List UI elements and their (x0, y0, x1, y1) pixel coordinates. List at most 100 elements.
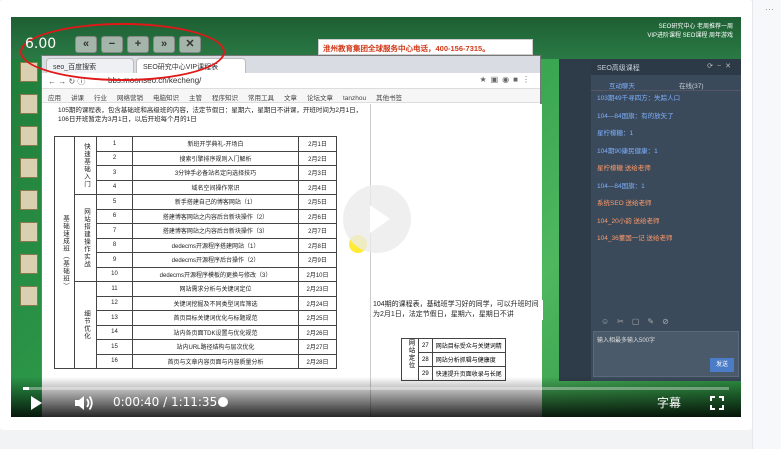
bookmark-item[interactable]: 论坛文章 (307, 95, 333, 102)
document-page: 105期的课程表，包含基础班和高级班的内容，法定节假日：星期六，星期日不讲课，开… (42, 104, 543, 417)
chat-message: 104期90康民健康：1 (597, 147, 658, 155)
chat-rail (559, 59, 591, 381)
chat-tool-icons: ☺✂▢✎⊘ (601, 317, 677, 326)
bookmark-item[interactable]: 电脑知识 (153, 95, 179, 102)
row-number: 1 (96, 136, 133, 152)
fullscreen-icon[interactable] (710, 396, 724, 410)
row-date: 2月5日 (298, 194, 337, 210)
bookmark-item[interactable]: 常用工具 (248, 95, 274, 102)
table-row: 15 站内URL路径结构与层次优化 2月27日 (55, 339, 337, 355)
topright-line: SEO研究中心 老周推荐一周 (658, 24, 733, 30)
table-row: 基础速成班（基础班） 快速基础入门 1 新班开学典礼-开场白 2月1日 (54, 136, 337, 369)
row-date: 2月27日 (298, 339, 337, 355)
desktop-icon (20, 222, 38, 242)
row-date: 2月6日 (298, 208, 337, 224)
chat-title: SEO高级课程 (597, 65, 640, 72)
row-topic: 网站分析抓辑与健康度 (431, 352, 506, 367)
table-row: 8 dedecms开源程序搭建网站（1） 2月8日 (55, 237, 337, 253)
row-number: 28 (418, 352, 433, 367)
send-button: 发送 (710, 358, 734, 372)
chat-message: 103期49千寻四方：失踪人口 (597, 95, 681, 102)
video-player[interactable]: SEO研究中心 老周推荐一周 VIP进阶课程 SEO课程 周年游戏 淮州教育集团… (11, 17, 741, 417)
row-number: 2 (96, 150, 133, 166)
desktop-icons (15, 62, 43, 318)
desktop-icon (20, 254, 38, 274)
row-number: 12 (96, 295, 133, 311)
row-number: 10 (96, 266, 133, 282)
play-icon[interactable] (31, 396, 42, 410)
big-play-button[interactable] (343, 185, 411, 253)
subtitle-button[interactable]: 字幕 (657, 394, 681, 411)
volume-knob[interactable] (218, 397, 228, 407)
bookmark-item[interactable]: 程序知识 (212, 95, 238, 102)
category-cell: 细节优化 (74, 281, 97, 369)
bookmark-item[interactable]: 文章 (284, 95, 297, 102)
right-strip: ⋯ (752, 0, 781, 449)
window-controls-icon: ⟳−✕ (707, 63, 735, 70)
chat-message: 系统SEO 送给老师 (597, 200, 652, 207)
row-topic: 搭建博客网站之内容后台新块操作（3） (132, 223, 299, 239)
table-row: 3 3分钟手必备站名定向选择技巧 2月3日 (55, 165, 337, 181)
current-time: 0:00:40 (113, 395, 160, 409)
browser-ext-icons: ★▣◉■⋮ (479, 75, 534, 84)
row-date: 2月23日 (298, 281, 337, 297)
phone-banner: 淮州教育集团全球服务中心电话，400-156-7315。 (318, 39, 533, 55)
progress-bar[interactable] (23, 387, 729, 390)
speed-control: 6.00 « − + » ✕ (25, 33, 205, 55)
group-cell: 基础速成班（基础班） (54, 136, 75, 369)
speed-increase-button[interactable]: + (127, 35, 149, 53)
row-date: 2月28日 (298, 353, 337, 369)
table-row: 9 dedecms开源程序后台操作（2） 2月9日 (55, 252, 337, 268)
more-icon[interactable]: ⋯ (765, 4, 774, 15)
speed-close-button[interactable]: ✕ (179, 35, 201, 53)
row-number: 15 (96, 339, 133, 355)
bookmark-item[interactable]: 其他书签 (376, 95, 402, 102)
table-row: 16 首页与文章内容页面与内容质量分析 2月28日 (55, 353, 337, 369)
row-topic: 网站需求分析与关键词定位 (132, 281, 299, 297)
volume-icon[interactable] (73, 394, 95, 412)
row-topic: 首页目标关键词优化与标题规范 (132, 310, 299, 326)
bookmark-item[interactable]: 讲课 (71, 95, 84, 102)
duration: 1:11:35 (170, 395, 218, 409)
browser-window: seo_百度搜索 SEO研究中心VIP课程表 ← → ↻ ⓘ bbs.moons… (41, 55, 543, 417)
row-number: 8 (96, 237, 133, 253)
category-cell: 网站定位 (401, 338, 419, 381)
tab-chat: 互动聊天 (609, 83, 635, 90)
row-date: 2月25日 (298, 310, 337, 326)
row-number: 11 (96, 281, 133, 297)
row-topic: 新手搭建自己的博客网站（1） (132, 194, 299, 210)
doc-right-panel: 104期的课程表，基础班学习好的同学，可以升班时间为2月1日，法定节假日，星期六… (370, 104, 543, 417)
bookmark-item[interactable]: tanzhou (343, 95, 366, 102)
speed-slowest-button[interactable]: « (75, 35, 97, 53)
table-row: 细节优化 11 网站需求分析与关键词定位 2月23日 (55, 281, 337, 369)
control-bar: 0:00:40 / 1:11:35 字幕 (11, 377, 741, 417)
time-display: 0:00:40 / 1:11:35 (113, 395, 217, 409)
table-row: 13 首页目标关键词优化与标题规范 2月25日 (55, 310, 337, 326)
doc-intro: 105期的课程表，包含基础班和高级班的内容，法定节假日：星期六，星期日不讲课，开… (58, 107, 363, 123)
table-row: 网站定位 27 网站目标受众与关键词精 (401, 338, 506, 381)
row-date: 2月7日 (298, 223, 337, 239)
chat-input: 输入相最多输入500字 发送 (593, 331, 739, 377)
speed-fastest-button[interactable]: » (153, 35, 175, 53)
chat-header: SEO高级课程 ⟳−✕ (591, 59, 741, 75)
chat-placeholder: 输入相最多输入500字 (597, 338, 656, 344)
row-number: 6 (96, 208, 133, 224)
row-topic: 关键词挖掘及不同类型词库筛选 (132, 295, 299, 311)
row-number: 16 (96, 353, 133, 369)
bottom-strip (0, 430, 752, 449)
bookmark-item[interactable]: 行业 (94, 95, 107, 102)
row-topic: 3分钟手必备站名定向选择技巧 (132, 165, 299, 181)
bookmark-item[interactable]: 应用 (48, 95, 61, 102)
row-topic: 站内URL路径结构与层次优化 (132, 339, 299, 355)
bookmark-item[interactable]: 主管 (189, 95, 202, 102)
page: ⋯ SEO研究中心 老周推荐一周 VIP进阶课程 SEO课程 周年游戏 淮州教育… (0, 0, 781, 449)
desktop-icon (20, 286, 38, 306)
table-row: 10 dedecms开源程序模板的更换与修改（3） 2月10日 (55, 266, 337, 282)
row-topic: 首页与文章内容页面与内容质量分析 (132, 353, 299, 369)
side-table: 网站定位 27 网站目标受众与关键词精 28 网站分析抓辑与健康度 29 快速提升页面收录与… (401, 338, 506, 381)
chat-message: 星柠檬糖：1 (597, 130, 634, 137)
speed-decrease-button[interactable]: − (101, 35, 123, 53)
row-date: 2月3日 (298, 165, 337, 181)
bookmark-item[interactable]: 网络营销 (117, 95, 143, 102)
chat-message: 104—84国旗：1 (597, 182, 645, 190)
